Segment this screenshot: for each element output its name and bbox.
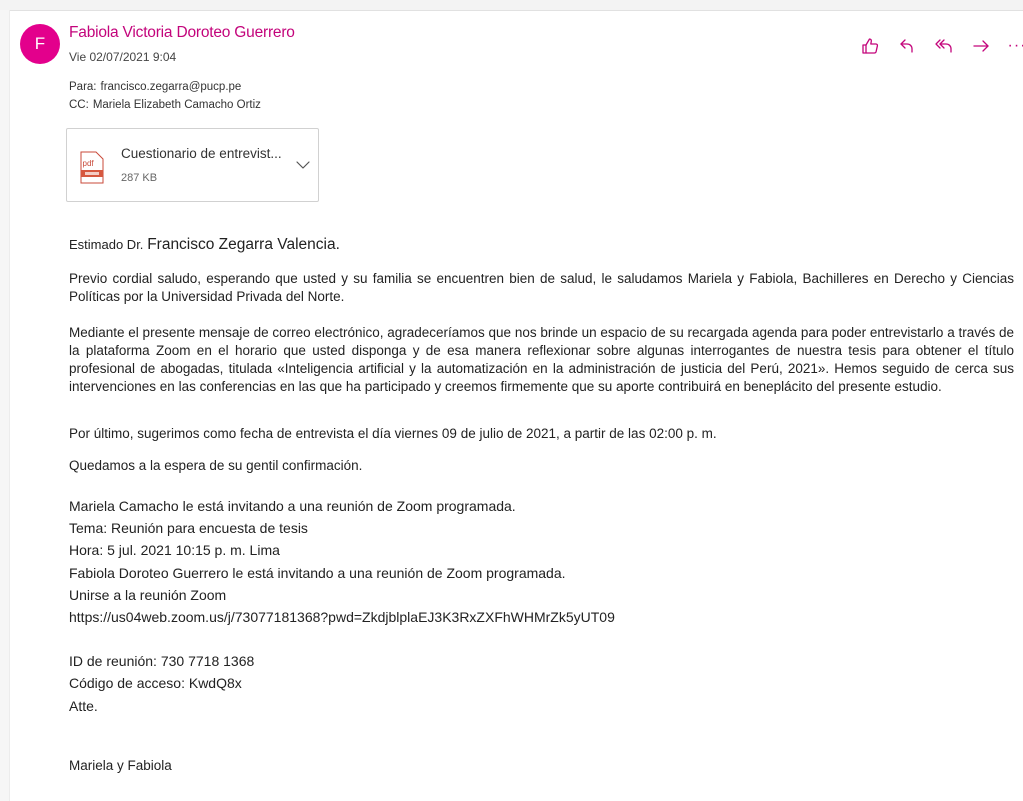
cc-recipient[interactable]: Mariela Elizabeth Camacho Ortiz (93, 99, 261, 111)
zoom-access-code: Código de acceso: KwdQ8x (69, 675, 242, 692)
zoom-meeting-id: ID de reunión: 730 7718 1368 (69, 653, 255, 670)
cc-label: CC: (69, 99, 89, 111)
zoom-topic: Tema: Reunión para encuesta de tesis (69, 520, 308, 537)
sender-avatar[interactable]: F (20, 24, 60, 64)
to-line: Para: francisco.zegarra@pucp.pe (69, 81, 245, 93)
greeting-prefix: Estimado Dr. (69, 237, 144, 252)
reply-all-button[interactable] (931, 34, 957, 58)
window-left-edge (0, 10, 10, 801)
greeting: Estimado Dr. Francisco Zegarra Valencia. (69, 236, 340, 254)
cc-line: CC: Mariela Elizabeth Camacho Ortiz (69, 99, 265, 111)
body-paragraph-2: Mediante el presente mensaje de correo e… (69, 325, 1014, 394)
thumbs-up-icon (862, 38, 879, 54)
closing: Atte. (69, 697, 98, 714)
message-actions: ··· (857, 34, 1023, 58)
zoom-invitation: Mariela Camacho le está invitando a una … (69, 495, 615, 717)
reply-all-icon (935, 39, 952, 53)
like-button[interactable] (857, 34, 883, 58)
zoom-join-label: Unirse a la reunión Zoom (69, 586, 227, 603)
body-paragraph-1: Previo cordial saludo, esperando que ust… (69, 271, 1014, 304)
body-paragraph-4: Quedamos a la espera de su gentil confir… (69, 458, 363, 473)
reply-icon (900, 39, 913, 53)
message-date: Vie 02/07/2021 9:04 (69, 50, 177, 64)
chevron-down-icon[interactable] (295, 157, 311, 173)
zoom-link[interactable]: https://us04web.zoom.us/j/73077181368?pw… (69, 606, 615, 628)
more-actions-button[interactable]: ··· (1005, 34, 1023, 58)
to-recipient[interactable]: francisco.zegarra@pucp.pe (101, 81, 242, 93)
forward-button[interactable] (968, 34, 994, 58)
greeting-name: Francisco Zegarra Valencia. (147, 236, 340, 253)
zoom-line-4: Fabiola Doroteo Guerrero le está invitan… (69, 564, 566, 581)
reply-button[interactable] (894, 34, 920, 58)
zoom-line-1: Mariela Camacho le está invitando a una … (69, 498, 516, 514)
window-top-border (0, 0, 1023, 11)
zoom-time: Hora: 5 jul. 2021 10:15 p. m. Lima (69, 542, 280, 559)
pdf-file-icon: pdf (80, 151, 104, 184)
forward-icon (973, 40, 989, 52)
attachment-size: 287 KB (121, 172, 158, 184)
attachment-name[interactable]: Cuestionario de entrevist... (121, 146, 282, 161)
attachment-card[interactable]: pdf Cuestionario de entrevist... 287 KB (66, 128, 319, 202)
body-paragraph-3: Por último, sugerimos como fecha de entr… (69, 426, 717, 441)
pdf-icon-label: pdf (83, 159, 95, 168)
sender-name[interactable]: Fabiola Victoria Doroteo Guerrero (69, 24, 295, 42)
signature: Mariela y Fabiola (69, 758, 172, 773)
to-label: Para: (69, 81, 97, 93)
